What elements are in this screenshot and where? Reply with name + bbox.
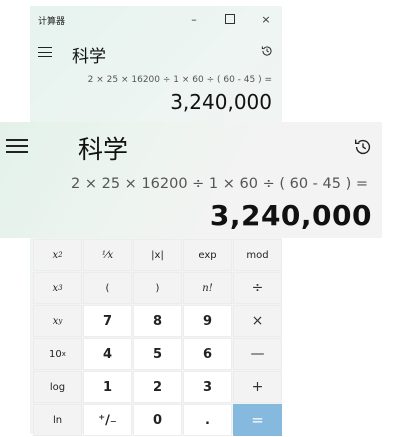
close-button[interactable]: × [252,10,280,28]
hamburger-icon[interactable] [6,139,28,153]
subtract-button[interactable]: — [233,338,282,370]
result-display-magnified: 3,240,000 [209,199,372,232]
maximize-button[interactable] [216,10,244,28]
absolute-button[interactable]: |x| [133,239,182,271]
digit-5-button[interactable]: 5 [133,338,182,370]
close-paren-button[interactable]: ) [133,272,182,304]
digit-4-button[interactable]: 4 [83,338,132,370]
log-button[interactable]: log [33,371,82,403]
decimal-button[interactable]: . [183,404,232,436]
reciprocal-button[interactable]: ¹⁄x [83,239,132,271]
add-button[interactable]: + [233,371,282,403]
keypad-row: x 2 ¹⁄x |x| exp mod [33,239,282,271]
equals-button[interactable]: = [233,404,282,436]
digit-9-button[interactable]: 9 [183,305,232,337]
hamburger-icon[interactable] [38,47,52,58]
keypad-row: log 1 2 3 + [33,371,282,403]
multiply-button[interactable]: × [233,305,282,337]
factorial-button[interactable]: n! [183,272,232,304]
keypad-row: ln ⁺∕₋ 0. = [33,404,282,436]
keypad-row: x y 7 8 9 × [33,305,282,337]
digit-8-button[interactable]: 8 [133,305,182,337]
result-display: 3,240,000 [170,90,272,114]
keypad-row: 10 x 4 5 6— [33,338,282,370]
minimize-icon: – [191,12,197,26]
digit-1-button[interactable]: 1 [83,371,132,403]
history-icon[interactable] [260,44,274,58]
divide-button[interactable]: ÷ [233,272,282,304]
expression-display-magnified: 2 × 25 × 16200 ÷ 1 × 60 ÷ ( 60 - 45 ) = [71,176,368,192]
digit-0-button[interactable]: 0 [133,404,182,436]
digit-3-button[interactable]: 3 [183,371,232,403]
maximize-icon [225,14,235,24]
ln-button[interactable]: ln [33,404,82,436]
expression-display: 2 × 25 × 16200 ÷ 1 × 60 ÷ ( 60 - 45 ) = [87,75,272,85]
title-bar: 计算器 – × [30,6,282,32]
magnified-display-panel: 科学 2 × 25 × 16200 ÷ 1 × 60 ÷ ( 60 - 45 )… [0,122,382,238]
app-title: 计算器 [38,17,66,27]
mode-title: 科学 [72,47,106,67]
ten-power-button[interactable]: 10 x [33,338,82,370]
close-icon: × [261,12,271,26]
keypad: x 2 ¹⁄x |x| exp mod x 3() n! ÷ x y 7 8 9 × 10 x 4 5 6— log 1 2 3… [33,239,282,437]
digit-2-button[interactable]: 2 [133,371,182,403]
open-paren-button[interactable]: ( [83,272,132,304]
digit-7-button[interactable]: 7 [83,305,132,337]
mod-button[interactable]: mod [233,239,282,271]
exp-button[interactable]: exp [183,239,232,271]
keypad-row: x 3() n! ÷ [33,272,282,304]
negate-button[interactable]: ⁺∕₋ [83,404,132,436]
cube-button[interactable]: x3 [33,272,82,304]
square-button[interactable]: x2 [33,239,82,271]
digit-6-button[interactable]: 6 [183,338,232,370]
history-icon[interactable] [352,136,374,158]
mode-title-magnified: 科学 [78,135,129,164]
power-button[interactable]: xy [33,305,82,337]
minimize-button[interactable]: – [180,10,208,28]
